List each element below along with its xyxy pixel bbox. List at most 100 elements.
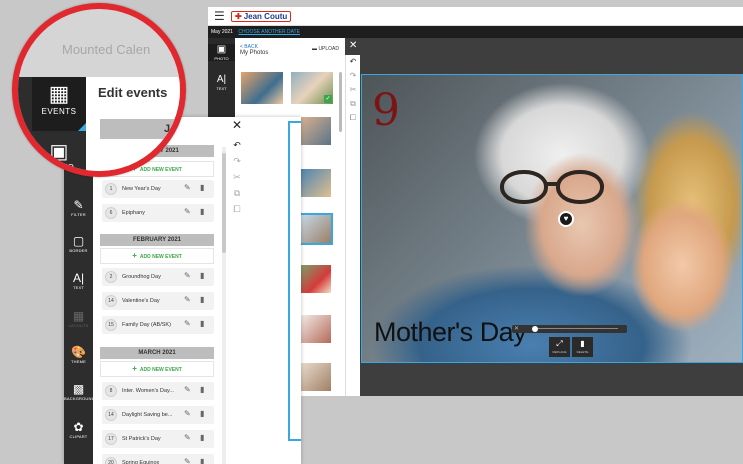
layouts-icon: ▦ (72, 309, 85, 323)
event-row[interactable]: 2 Groundhog Day ✎ ▮ (102, 268, 214, 286)
trash-icon[interactable]: ▮ (200, 319, 204, 328)
photo-thumbnail[interactable] (301, 169, 331, 197)
hamburger-menu-icon[interactable]: ☰ (214, 9, 225, 23)
copy-icon[interactable]: ⧉ (346, 97, 360, 111)
slider-handle[interactable] (532, 326, 538, 332)
event-title: Groundhog Day (122, 274, 161, 280)
add-event-button[interactable]: +ADD NEW EVENT (100, 361, 214, 377)
sidebar-item-text[interactable]: A| TEXT (64, 272, 93, 291)
event-row[interactable]: 1 New Year's Day ✎ ▮ (102, 180, 214, 198)
event-row[interactable]: 20 Spring Equinox ✎ ▮ (102, 454, 214, 464)
sidebar-item-label: TEXT (216, 86, 227, 91)
event-row[interactable]: 8 Inter. Women's Day... ✎ ▮ (102, 382, 214, 400)
event-label[interactable]: Mother's Day (374, 317, 527, 348)
pencil-icon[interactable]: ✎ (184, 433, 191, 442)
trash-icon[interactable]: ▮ (200, 457, 204, 464)
palette-icon: 🎨 (71, 345, 86, 359)
event-row[interactable]: 6 Epiphany ✎ ▮ (102, 204, 214, 222)
panel-title: Edit events (98, 85, 168, 100)
upload-button[interactable]: ▬ UPLOAD (312, 46, 339, 52)
pencil-icon[interactable]: ✎ (184, 207, 191, 216)
sidebar-item-label: LAYOUTS (68, 323, 89, 328)
close-icon[interactable]: ✕ (349, 40, 357, 51)
pencil-icon[interactable]: ✎ (184, 183, 191, 192)
pencil-icon[interactable]: ✎ (184, 457, 191, 464)
pencil-icon[interactable]: ✎ (184, 409, 191, 418)
replace-icon: ⤢ (556, 339, 563, 348)
heart-pin-icon[interactable]: ♥ (558, 211, 574, 227)
add-event-label: ADD NEW EVENT (139, 367, 182, 373)
paste-icon[interactable]: ⧠ (346, 111, 360, 125)
photo-thumbnail[interactable]: ✓ (291, 72, 333, 104)
pencil-icon[interactable]: ✎ (184, 319, 191, 328)
sidebar-item-label: EVENTS (41, 107, 77, 116)
image-icon: ▣ (216, 44, 227, 55)
sidebar-item-border[interactable]: ▢ BORDER (64, 235, 93, 254)
sidebar-item-label: BORDER (69, 248, 88, 253)
delete-button[interactable]: ▮ DELETE (572, 337, 593, 357)
event-day: 1 (105, 183, 117, 195)
trash-icon[interactable]: ▮ (200, 433, 204, 442)
redo-icon[interactable]: ↷ (230, 153, 244, 169)
photo-strip (299, 115, 335, 396)
sidebar-item-layouts[interactable]: ▦ LAYOUTS (64, 310, 93, 329)
clipart-icon: ✿ (73, 420, 84, 434)
photo-thumbnail[interactable] (299, 213, 333, 245)
event-day: 17 (105, 433, 117, 445)
redo-icon[interactable]: ↷ (346, 69, 360, 83)
add-event-button[interactable]: +ADD NEW EVENT (100, 248, 214, 264)
month-header: FEBRUARY 2021 (100, 234, 214, 246)
trash-icon[interactable]: ▮ (200, 207, 204, 216)
cut-icon[interactable]: ✂ (346, 83, 360, 97)
paste-icon[interactable]: ⧠ (230, 201, 244, 217)
close-icon[interactable]: ✕ (232, 118, 242, 132)
trash-icon[interactable]: ▮ (200, 183, 204, 192)
event-row[interactable]: 17 St Patrick's Day ✎ ▮ (102, 430, 214, 448)
trash-icon[interactable]: ▮ (200, 271, 204, 280)
photo-thumbnail[interactable] (301, 363, 331, 391)
photo-thumbnail[interactable] (301, 265, 331, 293)
undo-icon[interactable]: ↶ (230, 137, 244, 153)
pencil-icon[interactable]: ✎ (184, 385, 191, 394)
sidebar-item-text[interactable]: A| TEXT (208, 74, 235, 91)
brand-logo[interactable]: ✚ Jean Coutu (231, 11, 292, 22)
pencil-icon[interactable]: ✎ (184, 271, 191, 280)
sidebar-item-filter[interactable]: ✎ FILTER (64, 199, 93, 218)
photos-scrollbar[interactable] (339, 72, 342, 132)
trash-icon[interactable]: ▮ (200, 295, 204, 304)
undo-icon[interactable]: ↶ (346, 55, 360, 69)
event-row[interactable]: 15 Family Day (AB/SK) ✎ ▮ (102, 316, 214, 334)
sidebar-item-photo[interactable]: ▣ PHOTO (208, 44, 235, 61)
event-day: 6 (105, 207, 117, 219)
event-title: Inter. Women's Day... (122, 388, 174, 394)
image-icon: ▣ (49, 141, 69, 163)
trash-icon[interactable]: ▮ (200, 409, 204, 418)
magic-wand-icon: ✎ (73, 198, 84, 212)
photo-thumbnail[interactable] (241, 72, 283, 104)
current-month: May 2021 (211, 29, 233, 35)
photo-thumbnail[interactable] (301, 117, 331, 145)
brand-logo-text: Jean Coutu (243, 12, 288, 21)
sidebar-item-label: TEXT (72, 285, 85, 290)
date-subbar: May 2021 CHOOSE ANOTHER DATE (208, 26, 743, 38)
sidebar-item-events[interactable]: ▦ EVENTS (32, 77, 86, 131)
photo-thumbnail[interactable] (301, 315, 331, 343)
cut-icon[interactable]: ✂ (230, 169, 244, 185)
top-bar: ☰ ✚ Jean Coutu (208, 7, 743, 26)
calendar-page-canvas[interactable]: 9 ♥ Mother's Day ✕ ⤢ REPLACE ▮ DELETE (361, 74, 743, 363)
event-row[interactable]: 14 Daylight Saving be... ✎ ▮ (102, 406, 214, 424)
pencil-icon[interactable]: ✎ (184, 295, 191, 304)
event-row[interactable]: 14 Valentine's Day ✎ ▮ (102, 292, 214, 310)
zoom-slider[interactable]: ✕ (512, 325, 627, 333)
sidebar-item-clipart[interactable]: ✿ CLIPART (64, 421, 93, 440)
sidebar-item-background[interactable]: ▩ BACKGROUND (64, 383, 94, 402)
event-day: 14 (105, 409, 117, 421)
sidebar-item-photo[interactable]: ▣ PHOTO (32, 141, 86, 171)
events-scrollbar[interactable] (222, 153, 226, 253)
close-icon[interactable]: ✕ (514, 325, 519, 333)
sidebar-item-theme[interactable]: 🎨 THEME (64, 346, 93, 365)
choose-date-link[interactable]: CHOOSE ANOTHER DATE (238, 29, 300, 35)
replace-button[interactable]: ⤢ REPLACE (549, 337, 570, 357)
trash-icon[interactable]: ▮ (200, 385, 204, 394)
copy-icon[interactable]: ⧉ (230, 185, 244, 201)
